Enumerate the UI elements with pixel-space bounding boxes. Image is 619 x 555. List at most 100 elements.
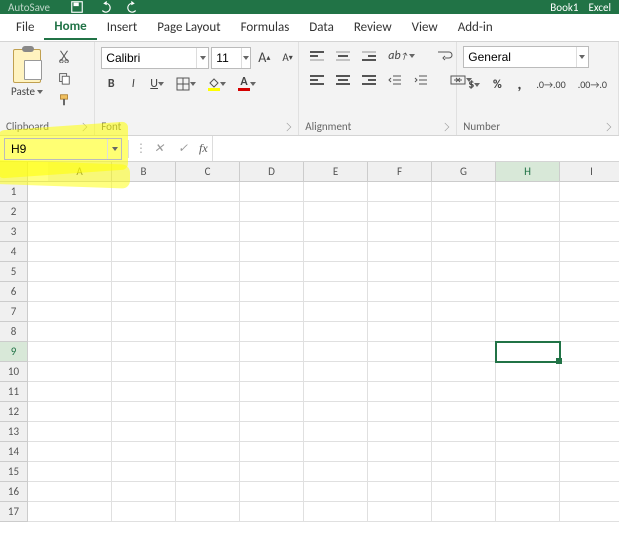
row-header[interactable]: 6	[0, 282, 28, 302]
cell[interactable]	[432, 442, 496, 462]
column-header[interactable]: H	[496, 162, 560, 182]
decrease-decimal-button[interactable]: .00→.0	[573, 75, 612, 95]
cell[interactable]	[48, 422, 112, 442]
tab-page-layout[interactable]: Page Layout	[147, 16, 230, 39]
grow-font-button[interactable]: A▴	[253, 46, 275, 69]
cell[interactable]	[48, 502, 112, 522]
font-name-input[interactable]	[102, 51, 196, 65]
cell[interactable]	[432, 342, 496, 362]
cell[interactable]	[240, 182, 304, 202]
cell[interactable]	[432, 382, 496, 402]
column-header[interactable]: G	[432, 162, 496, 182]
cell[interactable]	[48, 342, 112, 362]
cell[interactable]	[240, 222, 304, 242]
cell[interactable]	[432, 502, 496, 522]
align-top-button[interactable]	[305, 46, 329, 66]
cell[interactable]	[496, 202, 560, 222]
decrease-indent-button[interactable]	[383, 70, 407, 90]
cell[interactable]	[368, 502, 432, 522]
cell[interactable]	[48, 442, 112, 462]
cell[interactable]	[496, 182, 560, 202]
cell[interactable]	[304, 222, 368, 242]
cell[interactable]	[432, 282, 496, 302]
cell[interactable]	[176, 322, 240, 342]
cell[interactable]	[432, 262, 496, 282]
cell[interactable]	[432, 302, 496, 322]
row-header[interactable]: 16	[0, 482, 28, 502]
cell[interactable]	[112, 262, 176, 282]
cell[interactable]	[496, 382, 560, 402]
cell[interactable]	[112, 482, 176, 502]
row-header[interactable]: 5	[0, 262, 28, 282]
cell[interactable]	[112, 442, 176, 462]
cell[interactable]	[560, 222, 619, 242]
cell[interactable]	[304, 242, 368, 262]
cell[interactable]	[112, 222, 176, 242]
cell[interactable]	[560, 482, 619, 502]
cell[interactable]	[304, 422, 368, 442]
cell[interactable]	[304, 502, 368, 522]
column-header[interactable]: A	[48, 162, 112, 182]
underline-button[interactable]: U	[145, 74, 169, 94]
cell[interactable]	[368, 462, 432, 482]
cell[interactable]	[176, 502, 240, 522]
tab-review[interactable]: Review	[344, 16, 402, 39]
copy-button[interactable]	[52, 68, 76, 88]
cell[interactable]	[560, 502, 619, 522]
bold-button[interactable]: B	[101, 74, 121, 94]
cell[interactable]	[432, 202, 496, 222]
cell[interactable]	[432, 362, 496, 382]
cell[interactable]	[368, 202, 432, 222]
cell[interactable]	[48, 322, 112, 342]
cell[interactable]	[240, 362, 304, 382]
cell[interactable]	[368, 482, 432, 502]
dialog-launcher-icon[interactable]	[603, 122, 611, 130]
cell[interactable]	[112, 242, 176, 262]
row-header[interactable]: 13	[0, 422, 28, 442]
cell[interactable]	[112, 342, 176, 362]
cell[interactable]	[496, 362, 560, 382]
cell[interactable]	[48, 362, 112, 382]
cell[interactable]	[368, 182, 432, 202]
cell[interactable]	[304, 262, 368, 282]
cell[interactable]	[112, 422, 176, 442]
tab-formulas[interactable]: Formulas	[231, 16, 300, 39]
cell[interactable]	[240, 342, 304, 362]
cell[interactable]	[240, 482, 304, 502]
cell[interactable]	[560, 402, 619, 422]
row-header[interactable]: 15	[0, 462, 28, 482]
borders-button[interactable]	[171, 74, 201, 94]
fill-color-button[interactable]	[203, 73, 231, 94]
cell[interactable]	[240, 442, 304, 462]
cell[interactable]	[112, 302, 176, 322]
cell[interactable]	[240, 322, 304, 342]
cell[interactable]	[560, 442, 619, 462]
row-header[interactable]: 12	[0, 402, 28, 422]
tab-insert[interactable]: Insert	[97, 16, 148, 39]
cell[interactable]	[48, 382, 112, 402]
cell[interactable]	[496, 442, 560, 462]
cell[interactable]	[304, 382, 368, 402]
cell[interactable]	[176, 242, 240, 262]
cell[interactable]	[304, 442, 368, 462]
cell[interactable]	[368, 382, 432, 402]
cell[interactable]	[176, 402, 240, 422]
cell[interactable]	[560, 242, 619, 262]
cell[interactable]	[304, 202, 368, 222]
cell[interactable]	[496, 262, 560, 282]
cell[interactable]	[496, 322, 560, 342]
cell[interactable]	[496, 502, 560, 522]
column-header[interactable]: D	[240, 162, 304, 182]
column-header[interactable]: E	[304, 162, 368, 182]
cell[interactable]	[560, 262, 619, 282]
cell[interactable]	[112, 282, 176, 302]
formula-input[interactable]	[213, 136, 619, 161]
cell[interactable]	[240, 242, 304, 262]
cell[interactable]	[560, 462, 619, 482]
column-header[interactable]: F	[368, 162, 432, 182]
cell[interactable]	[560, 202, 619, 222]
increase-indent-button[interactable]	[409, 70, 433, 90]
align-middle-button[interactable]	[331, 46, 355, 66]
cell[interactable]	[368, 282, 432, 302]
align-center-button[interactable]	[331, 70, 355, 90]
